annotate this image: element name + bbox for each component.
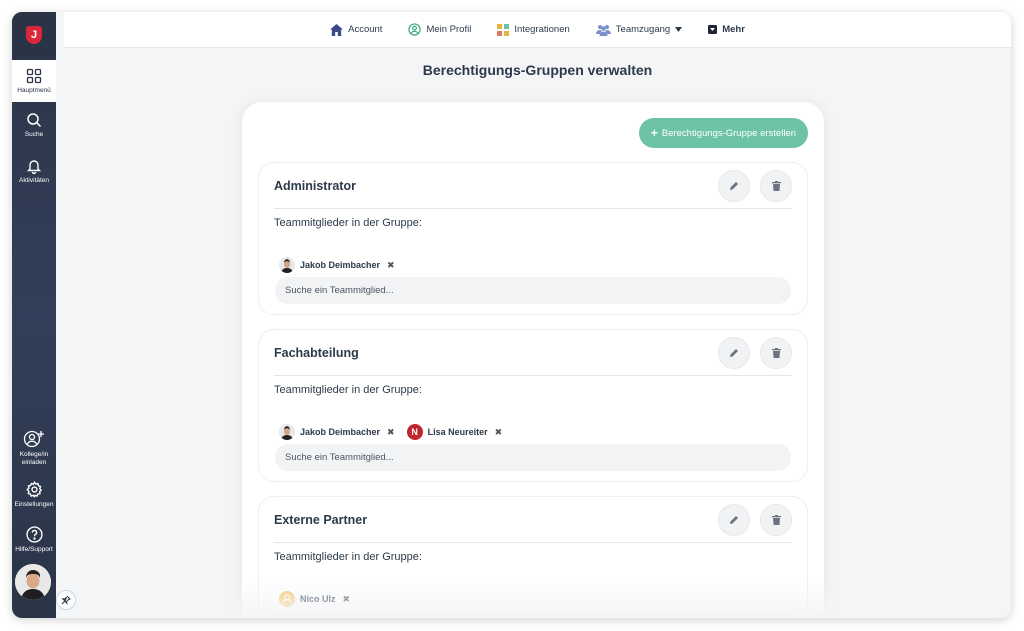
group-header: Fachabteilung (274, 330, 792, 376)
sidebar-item-label: Einstellungen (14, 501, 54, 508)
group-header: Externe Partner (274, 497, 792, 543)
member-avatar-initial: N (406, 424, 423, 440)
nav-profile[interactable]: Mein Profil (408, 23, 471, 36)
member-avatar (279, 591, 295, 607)
member-chips: Jakob Deimbacher ✖ (279, 257, 395, 273)
gear-icon (25, 481, 42, 498)
nav-more[interactable]: Mehr (708, 24, 745, 35)
group-card-externe-partner: Externe Partner Teammitglieder in der Gr… (258, 496, 808, 618)
trash-icon (771, 180, 781, 191)
edit-group-button[interactable] (718, 336, 750, 369)
nav-integrations[interactable]: Integrationen (497, 23, 570, 36)
remove-member-icon[interactable]: ✖ (387, 427, 395, 438)
home-icon (330, 23, 344, 36)
create-group-label: Berechtigungs-Gruppe erstellen (661, 127, 796, 139)
group-card-administrator: Administrator Teammitglieder in der Grup… (258, 162, 808, 315)
sidebar-item-suche[interactable]: Suche (12, 112, 56, 139)
trash-icon (771, 514, 781, 525)
member-name: Lisa Neureiter (427, 427, 488, 437)
pencil-icon (730, 181, 738, 190)
member-avatar (279, 424, 295, 440)
edit-group-button[interactable] (718, 169, 750, 202)
profile-icon (408, 23, 422, 36)
nav-more-label: Mehr (722, 24, 745, 35)
sidebar-item-aktivitaeten[interactable]: Aktivitäten (12, 158, 56, 185)
remove-member-icon[interactable]: ✖ (343, 594, 351, 605)
nav-team-dropdown[interactable]: Teamzugang (595, 24, 683, 36)
nav-integrations-label: Integrationen (514, 24, 570, 35)
group-card-fachabteilung: Fachabteilung Teammitglieder in der Grup… (258, 329, 808, 482)
plus-icon: + (650, 126, 658, 140)
member-name: Jakob Deimbacher (300, 260, 381, 270)
pencil-icon (730, 348, 738, 357)
app-window: J Hauptmenü Suche Aktivitäten Kollege/in… (12, 12, 1011, 618)
sidebar-item-label: Hauptmenü (17, 86, 51, 94)
member-chip: Jakob Deimbacher ✖ (279, 424, 395, 440)
group-name: Administrator (274, 178, 356, 193)
remove-member-icon[interactable]: ✖ (495, 427, 503, 438)
members-label: Teammitglieder in der Gruppe: (274, 217, 422, 229)
member-search-input[interactable] (275, 444, 791, 471)
sidebar-item-label: Suche (24, 131, 44, 138)
user-placeholder-icon (281, 594, 293, 605)
sidebar-item-label: Hilfe/Support (15, 546, 53, 553)
add-user-icon (23, 430, 44, 448)
more-icon (708, 25, 718, 34)
pin-sidebar-button[interactable] (56, 590, 76, 610)
trash-icon (771, 347, 781, 358)
sidebar-item-einladen[interactable]: Kollege/in einladen (12, 430, 56, 467)
pencil-icon (730, 515, 738, 524)
nav-team-label: Teamzugang (615, 24, 671, 35)
nav-profile-label: Mein Profil (426, 24, 472, 35)
sidebar-item-label: Aktivitäten (19, 177, 49, 184)
team-icon (595, 24, 611, 36)
top-navigation: Account Mein Profil Integrationen Teamzu… (64, 12, 1011, 48)
member-chip: N Lisa Neureiter ✖ (406, 424, 503, 440)
member-search-input[interactable] (275, 611, 791, 618)
edit-group-button[interactable] (718, 503, 750, 536)
search-icon (27, 113, 42, 128)
member-name: Nico Ulz (300, 594, 336, 604)
logo-icon: J (26, 26, 42, 44)
member-chip: Nico Ulz ✖ (279, 591, 350, 607)
logo[interactable]: J (12, 12, 56, 58)
group-name: Fachabteilung (274, 345, 359, 360)
help-icon (25, 526, 43, 543)
member-chip: Jakob Deimbacher ✖ (279, 257, 395, 273)
sidebar: J Hauptmenü Suche Aktivitäten Kollege/in… (12, 12, 56, 618)
user-avatar[interactable] (15, 564, 51, 600)
group-header: Administrator (274, 163, 792, 209)
remove-member-icon[interactable]: ✖ (387, 260, 395, 271)
caret-down-icon (675, 27, 683, 32)
members-label: Teammitglieder in der Gruppe: (274, 384, 422, 396)
integrations-icon (497, 23, 510, 36)
delete-group-button[interactable] (760, 336, 792, 369)
nav-account[interactable]: Account (330, 23, 383, 36)
member-photo-icon (279, 424, 295, 440)
nav-account-label: Account (348, 24, 383, 35)
create-group-button[interactable]: + Berechtigungs-Gruppe erstellen (638, 118, 808, 148)
page-title: Berechtigungs-Gruppen verwalten (422, 62, 653, 78)
groups-panel: + Berechtigungs-Gruppe erstellen Adminis… (242, 102, 824, 618)
group-name: Externe Partner (274, 512, 368, 527)
sidebar-item-support[interactable]: Hilfe/Support (12, 526, 56, 554)
sidebar-item-label: Kollege/in einladen (19, 451, 49, 466)
pin-icon (61, 595, 71, 605)
bell-icon (26, 160, 42, 174)
sidebar-item-hauptmenu[interactable]: Hauptmenü (12, 60, 56, 102)
delete-group-button[interactable] (760, 503, 792, 536)
member-photo-icon (279, 257, 295, 273)
member-chips: Jakob Deimbacher ✖ N Lisa Neureiter ✖ (279, 424, 502, 440)
delete-group-button[interactable] (760, 169, 792, 202)
member-chips: Nico Ulz ✖ (279, 591, 350, 607)
user-photo-icon (15, 564, 51, 600)
member-avatar (279, 257, 295, 273)
members-label: Teammitglieder in der Gruppe: (274, 551, 422, 563)
member-name: Jakob Deimbacher (300, 427, 381, 437)
member-search-input[interactable] (275, 277, 791, 304)
grid-icon (26, 68, 42, 83)
sidebar-item-einstellungen[interactable]: Einstellungen (12, 481, 56, 509)
